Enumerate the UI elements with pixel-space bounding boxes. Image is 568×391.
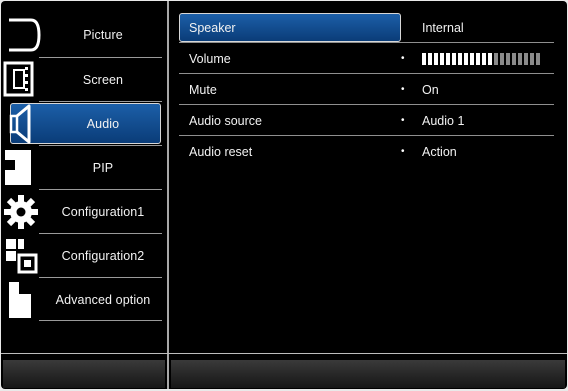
setting-row-volume[interactable]: Volume • — [179, 44, 554, 73]
sidebar-item-configuration1[interactable]: Configuration1 — [1, 190, 167, 234]
volume-tick — [494, 53, 498, 65]
vertical-divider — [167, 1, 169, 389]
sidebar-item-audio[interactable]: Audio — [1, 102, 167, 146]
separator — [179, 42, 554, 43]
separator — [179, 104, 554, 105]
setting-row-mute[interactable]: Mute • On — [179, 75, 554, 104]
hint-segment-left — [3, 360, 165, 388]
volume-tick — [470, 53, 474, 65]
separator — [179, 73, 554, 74]
setting-value[interactable]: On — [422, 75, 439, 104]
bullet: • — [401, 146, 405, 157]
volume-tick — [452, 53, 456, 65]
sidebar-item-picture[interactable]: Picture — [1, 13, 167, 57]
sidebar-item-label: Picture — [83, 28, 123, 42]
volume-tick — [524, 53, 528, 65]
setting-name: Audio source — [189, 113, 262, 128]
volume-tick — [488, 53, 492, 65]
volume-tick — [464, 53, 468, 65]
setting-value[interactable]: Action — [422, 137, 457, 166]
volume-tick — [422, 53, 426, 65]
separator — [179, 135, 554, 136]
sidebar-item-label: Configuration2 — [61, 249, 145, 263]
screen-icon — [3, 61, 34, 97]
sidebar-item-pip[interactable]: PIP — [1, 146, 167, 190]
sidebar-item-label: Audio — [86, 117, 120, 131]
volume-tick — [458, 53, 462, 65]
setting-row-audio-reset[interactable]: Audio reset • Action — [179, 137, 554, 166]
volume-tick — [536, 53, 540, 65]
setting-name: Speaker — [189, 20, 236, 35]
volume-slider[interactable] — [422, 53, 540, 65]
sidebar-item-label: Screen — [82, 73, 124, 87]
volume-tick — [518, 53, 522, 65]
volume-tick — [506, 53, 510, 65]
setting-name: Mute — [189, 82, 217, 97]
volume-tick — [434, 53, 438, 65]
volume-tick — [530, 53, 534, 65]
volume-tick — [512, 53, 516, 65]
sidebar-item-configuration2[interactable]: Configuration2 — [1, 234, 167, 278]
setting-value[interactable]: Audio 1 — [422, 106, 464, 135]
audio-icon — [9, 104, 31, 144]
hint-segment-right — [171, 360, 565, 388]
bottom-hint-bar — [1, 353, 567, 389]
osd-menu: Picture Screen Audio PIP Configuration1 … — [1, 1, 567, 389]
volume-tick — [482, 53, 486, 65]
picture-icon — [9, 18, 41, 52]
volume-tick — [440, 53, 444, 65]
sidebar-item-advanced-option[interactable]: Advanced option — [1, 278, 167, 322]
separator — [39, 320, 162, 321]
advanced-option-icon — [9, 282, 31, 318]
sidebar-item-label: Advanced option — [55, 293, 151, 307]
pip-icon — [5, 150, 31, 185]
gear-icon — [4, 195, 38, 229]
configuration2-icon — [6, 239, 38, 274]
setting-row-speaker[interactable]: Speaker Internal — [179, 13, 554, 42]
setting-name: Volume — [189, 51, 231, 66]
category-sidebar: Picture Screen Audio PIP Configuration1 … — [1, 1, 167, 353]
setting-value[interactable]: Internal — [422, 13, 464, 42]
volume-tick — [500, 53, 504, 65]
setting-row-audio-source[interactable]: Audio source • Audio 1 — [179, 106, 554, 135]
sidebar-item-label: Configuration1 — [61, 205, 145, 219]
bullet: • — [401, 53, 405, 64]
bullet: • — [401, 115, 405, 126]
volume-tick — [428, 53, 432, 65]
bullet: • — [401, 84, 405, 95]
volume-tick — [476, 53, 480, 65]
volume-tick — [446, 53, 450, 65]
sidebar-item-screen[interactable]: Screen — [1, 58, 167, 102]
setting-name: Audio reset — [189, 144, 253, 159]
sidebar-item-label: PIP — [92, 161, 114, 175]
